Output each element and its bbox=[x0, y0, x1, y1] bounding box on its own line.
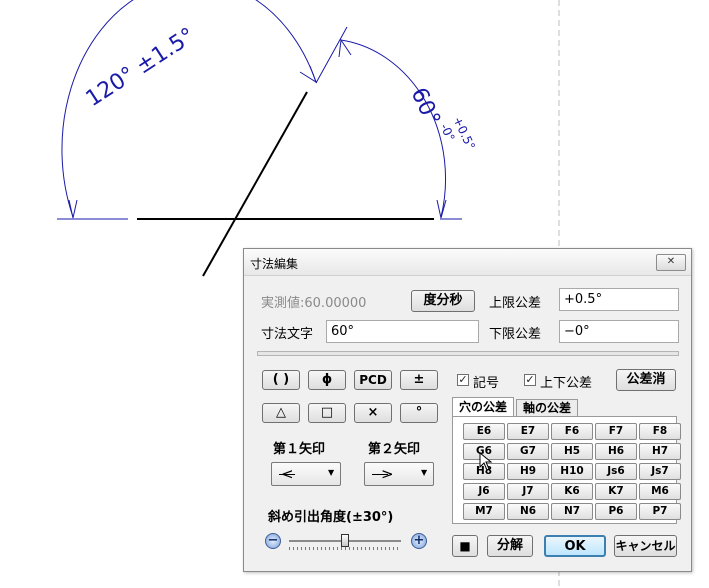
fit-button[interactable]: E7 bbox=[507, 423, 549, 440]
times-button[interactable]: × bbox=[354, 403, 392, 423]
minus-icon: − bbox=[267, 533, 279, 548]
pcd-button[interactable]: PCD bbox=[354, 370, 392, 390]
square-button[interactable]: □ bbox=[308, 403, 346, 423]
close-icon: ✕ bbox=[666, 256, 676, 267]
fit-button[interactable]: P7 bbox=[639, 503, 681, 520]
fit-button[interactable]: J7 bbox=[507, 483, 549, 500]
fit-button[interactable]: K7 bbox=[595, 483, 637, 500]
measured-value-label: 実測値:60.00000 bbox=[261, 296, 367, 311]
fit-button[interactable]: F7 bbox=[595, 423, 637, 440]
arrow2-label: 第２矢印 bbox=[368, 442, 421, 457]
fit-button[interactable]: M7 bbox=[463, 503, 505, 520]
degree-button[interactable]: ° bbox=[400, 403, 438, 423]
fit-button[interactable]: E6 bbox=[463, 423, 505, 440]
ok-button[interactable]: OK bbox=[544, 535, 606, 557]
fit-button[interactable]: G7 bbox=[507, 443, 549, 460]
dms-button[interactable]: 度分秒 bbox=[411, 290, 475, 312]
arrow1-label: 第１矢印 bbox=[273, 442, 326, 457]
fit-button[interactable]: H10 bbox=[551, 463, 593, 480]
updown-tolerance-label: 上下公差 bbox=[540, 376, 593, 391]
tab-shaft-tolerance[interactable]: 軸の公差 bbox=[516, 399, 578, 417]
clear-tolerance-button[interactable]: 公差消 bbox=[616, 369, 676, 391]
symbol-checkbox-label: 記号 bbox=[473, 376, 500, 391]
fit-button[interactable]: H9 bbox=[507, 463, 549, 480]
extension-line-angled bbox=[315, 26, 348, 84]
dimension-arc-60[interactable] bbox=[340, 39, 447, 218]
diameter-button[interactable]: ϕ bbox=[308, 370, 346, 390]
upper-tolerance-label: 上限公差 bbox=[489, 296, 542, 311]
triangle-button[interactable]: △ bbox=[262, 403, 300, 423]
arrowhead-angled-upper bbox=[338, 38, 352, 58]
dimension-text-label: 寸法文字 bbox=[261, 327, 314, 342]
fit-button[interactable]: K6 bbox=[551, 483, 593, 500]
angle-slider-ticks bbox=[289, 547, 401, 550]
close-button[interactable]: ✕ bbox=[656, 254, 686, 271]
fit-button[interactable]: F8 bbox=[639, 423, 681, 440]
dimension-text-input[interactable]: 60° bbox=[326, 320, 479, 343]
arrow1-shaft bbox=[279, 474, 295, 475]
dimension-text-60[interactable]: 60° bbox=[406, 84, 445, 130]
fit-button[interactable]: Js7 bbox=[639, 463, 681, 480]
fit-button[interactable]: F6 bbox=[551, 423, 593, 440]
tab-hole-tolerance[interactable]: 穴の公差 bbox=[452, 397, 514, 417]
fit-button[interactable]: H7 bbox=[639, 443, 681, 460]
fit-button[interactable]: H6 bbox=[595, 443, 637, 460]
cancel-button[interactable]: キャンセル bbox=[614, 535, 677, 557]
fit-button[interactable]: N7 bbox=[551, 503, 593, 520]
stop-button[interactable]: ■ bbox=[452, 535, 478, 557]
mouse-cursor-icon bbox=[479, 452, 493, 471]
increase-angle-button[interactable]: + bbox=[411, 533, 427, 549]
dimension-edit-dialog: 寸法編集 ✕ 実測値:60.00000 度分秒 上限公差 +0.5° 寸法文字 … bbox=[243, 248, 692, 572]
dialog-title: 寸法編集 bbox=[250, 257, 299, 271]
fit-button[interactable]: N6 bbox=[507, 503, 549, 520]
symbol-checkbox[interactable]: ✓ bbox=[457, 374, 469, 386]
fit-button[interactable]: J6 bbox=[463, 483, 505, 500]
plus-icon: + bbox=[413, 533, 425, 548]
lower-tolerance-label: 下限公差 bbox=[489, 327, 542, 342]
angle-slider-thumb[interactable] bbox=[341, 534, 349, 547]
arrow2-select[interactable]: > ▼ bbox=[364, 462, 434, 486]
arrow1-select[interactable]: < ▼ bbox=[271, 462, 341, 486]
fit-button[interactable]: H5 bbox=[551, 443, 593, 460]
fit-button[interactable]: P6 bbox=[595, 503, 637, 520]
fit-button[interactable]: M6 bbox=[639, 483, 681, 500]
leader-angle-label: 斜め引出角度(±30°) bbox=[268, 510, 394, 525]
measured-value: 60.00000 bbox=[304, 296, 367, 311]
chevron-down-icon: ▼ bbox=[421, 468, 428, 477]
upper-tolerance-input[interactable]: +0.5° bbox=[559, 288, 679, 311]
lower-tolerance-input[interactable]: −0° bbox=[559, 320, 679, 343]
chevron-down-icon: ▼ bbox=[328, 468, 335, 477]
dialog-titlebar[interactable]: 寸法編集 ✕ bbox=[244, 249, 691, 276]
updown-tolerance-checkbox[interactable]: ✓ bbox=[524, 374, 536, 386]
decrease-angle-button[interactable]: − bbox=[265, 533, 281, 549]
square-stop-icon: ■ bbox=[459, 539, 471, 553]
separator bbox=[257, 351, 679, 356]
plus-minus-button[interactable]: ± bbox=[400, 370, 438, 390]
explode-button[interactable]: 分解 bbox=[487, 535, 533, 557]
paren-button[interactable]: ( ) bbox=[262, 370, 300, 390]
dimension-text-120[interactable]: 120° ±1.5° bbox=[82, 23, 200, 112]
arrow2-shaft bbox=[372, 474, 388, 475]
arrowhead-right bbox=[436, 199, 447, 219]
fit-button[interactable]: Js6 bbox=[595, 463, 637, 480]
